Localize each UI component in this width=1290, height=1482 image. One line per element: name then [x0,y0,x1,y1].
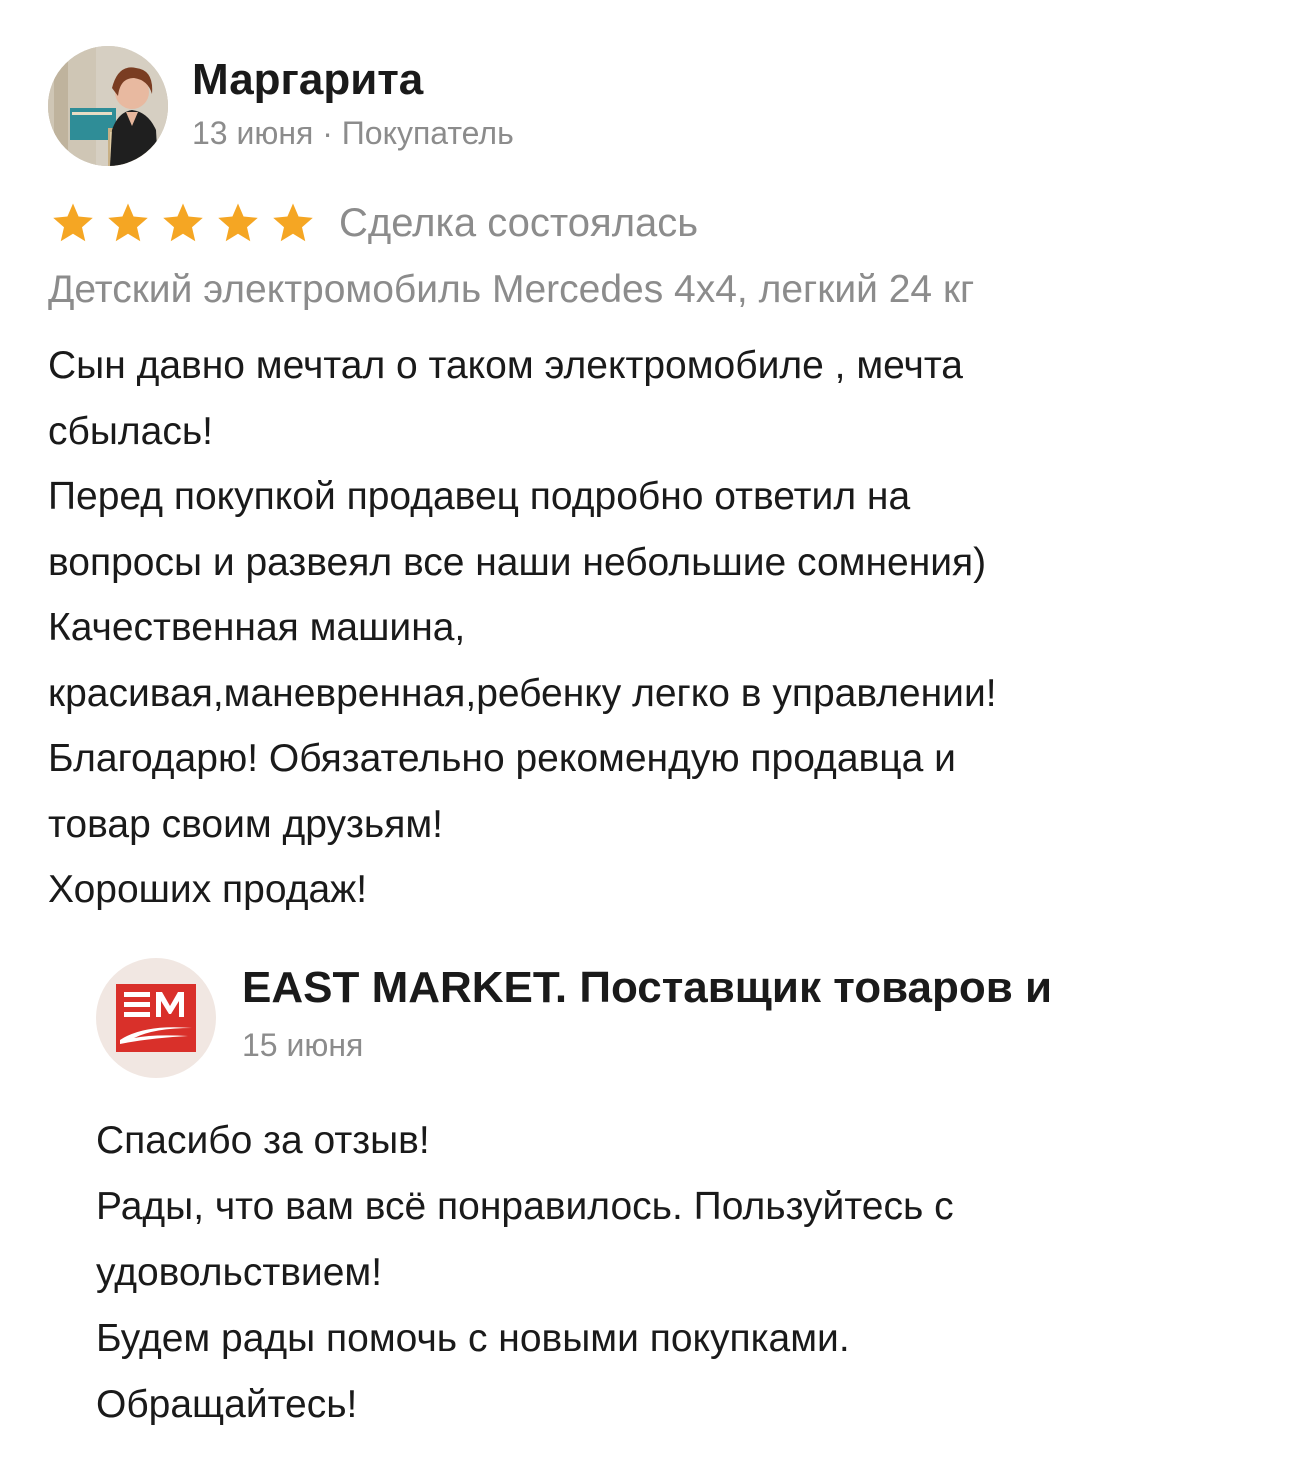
review-line: вопросы и развеял все наши небольшие сом… [48,540,987,584]
star-icon [273,203,313,242]
review-line: красивая,маневренная,ребенку легко в упр… [48,671,997,715]
star-icon [163,203,203,242]
review-line: сбылась! [48,409,213,453]
avatar-photo [48,46,168,166]
product-title[interactable]: Детский электромобиль Mercedes 4x4, легк… [48,265,974,316]
east-market-logo-icon [116,984,196,1052]
seller-info: EAST MARKET. Поставщик товаров и 15 июня [242,963,1052,1063]
review-line: Перед покупкой продавец подробно ответил… [48,475,911,518]
reply-date: 15 июня [242,1026,364,1063]
author-info: Маргарита 13 июня · Покупатель [192,55,514,151]
star-icon [218,203,258,242]
star-icon [108,203,148,242]
reply-header: EAST MARKET. Поставщик товаров и 15 июня [96,958,1052,1078]
review-line: Сын давно мечтал о таком электромобиле ,… [48,344,963,387]
rating-row: Сделка состоялась [50,195,698,251]
review-line: Благодарю! Обязательно рекомендую продав… [48,737,956,780]
review-line: Качественная машина, [48,606,466,649]
review-header: Маргарита 13 июня · Покупатель [48,46,514,166]
reply-line: удовольствием! [96,1251,383,1294]
review-text: Сын давно мечтал о таком электромобиле ,… [48,333,1248,923]
author-avatar[interactable] [48,46,168,166]
reply-line: Спасибо за отзыв! [96,1119,430,1162]
seller-name[interactable]: EAST MARKET. Поставщик товаров и [242,963,1052,1014]
reply-line: Будем рады помочь с новыми покупками. [96,1317,850,1360]
seller-logo[interactable] [96,958,216,1078]
author-name[interactable]: Маргарита [192,55,514,106]
review-meta: 13 июня · Покупатель [192,114,514,151]
reply-line: Рады, что вам всё понравилось. Пользуйте… [96,1185,954,1228]
star-rating [50,200,325,246]
review-line: товар своим друзьям! [48,802,443,846]
reply-text: Спасибо за отзыв! Рады, что вам всё понра… [96,1108,1246,1438]
review-card: Маргарита 13 июня · Покупатель Сделка со… [0,0,1290,1482]
review-line: Хороших продаж! [48,868,368,911]
deal-status: Сделка состоялась [339,201,699,245]
reply-line: Обращайтесь! [96,1383,358,1426]
star-icon [53,203,93,242]
